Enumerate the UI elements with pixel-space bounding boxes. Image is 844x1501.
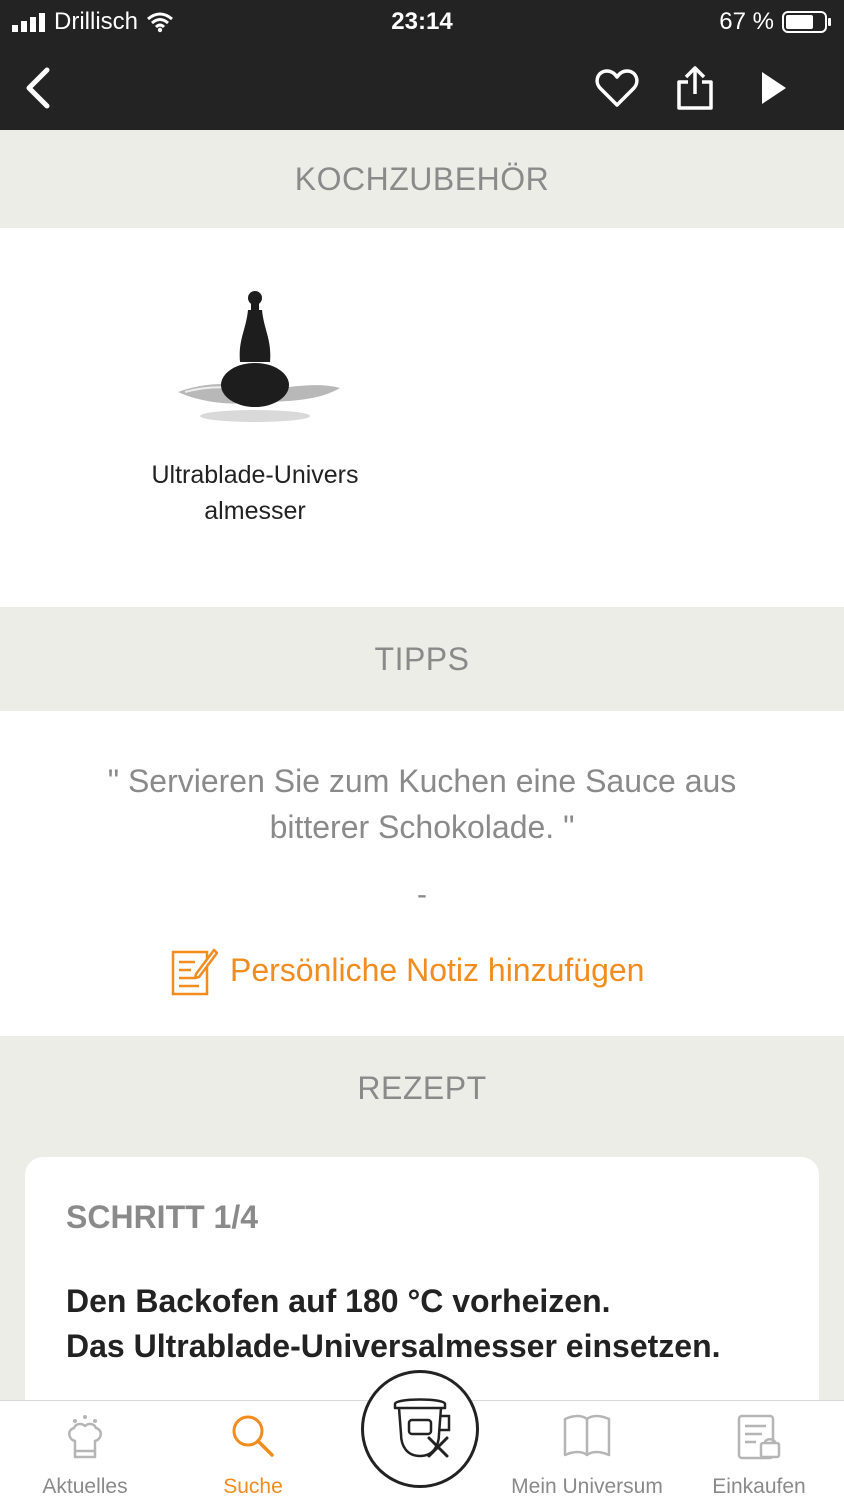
- chef-hat-icon: [68, 1415, 102, 1459]
- top-toolbar: [0, 44, 844, 130]
- step-line-1: Den Backofen auf 180 °C vorheizen.: [66, 1283, 611, 1319]
- tab-mein-universum[interactable]: Mein Universum: [502, 1413, 672, 1499]
- battery-level: 67 %: [719, 8, 774, 35]
- section-title-tips: TIPPS: [374, 640, 470, 677]
- accessory-name: Ultrablade-Universalmesser: [151, 461, 359, 525]
- section-title-recipe: REZEPT: [357, 1069, 487, 1106]
- battery-info: 67 %: [719, 8, 832, 36]
- accessory-item[interactable]: Ultrablade-Universalmesser: [150, 280, 360, 529]
- tab-label-mein-universum: Mein Universum: [511, 1475, 663, 1498]
- step-text: Den Backofen auf 180 °C vorheizen. Das U…: [66, 1279, 806, 1369]
- status-bar: Drillisch 23:14 67 %: [0, 0, 844, 44]
- heart-icon: [595, 69, 639, 107]
- tip-separator: -: [417, 878, 427, 911]
- section-header-tips: TIPPS: [0, 607, 844, 711]
- tab-aktuelles[interactable]: Aktuelles: [0, 1413, 170, 1499]
- section-header-accessories: KOCHZUBEHÖR: [0, 130, 844, 228]
- tab-label-einkaufen: Einkaufen: [712, 1475, 806, 1498]
- blade-image: [178, 291, 340, 422]
- section-header-recipe: REZEPT: [0, 1036, 844, 1140]
- play-button[interactable]: [750, 64, 798, 112]
- step-line-2: Das Ultrablade-Universalmesser einsetzen…: [66, 1328, 721, 1364]
- book-icon: [563, 1414, 611, 1457]
- tab-suche[interactable]: Suche: [168, 1413, 338, 1499]
- favorite-button[interactable]: [593, 64, 641, 112]
- battery-icon: [782, 11, 831, 33]
- section-title-accessories: KOCHZUBEHÖR: [294, 160, 550, 197]
- step-label: SCHRITT 1/4: [66, 1199, 259, 1235]
- play-icon: [762, 72, 786, 104]
- add-note-button[interactable]: Persönliche Notiz hinzufügen: [170, 942, 644, 998]
- search-icon: [232, 1415, 274, 1457]
- tip-text: " Servieren Sie zum Kuchen eine Sauce au…: [107, 763, 737, 845]
- chevron-left-icon: [26, 67, 50, 109]
- shopping-list-icon: [737, 1414, 781, 1460]
- cooker-icon: [393, 1398, 451, 1458]
- share-button[interactable]: [671, 64, 719, 112]
- tab-label-suche: Suche: [223, 1475, 283, 1498]
- note-edit-icon: [171, 948, 218, 996]
- back-button[interactable]: [14, 64, 62, 112]
- add-note-label: Persönliche Notiz hinzufügen: [230, 951, 645, 988]
- clock: 23:14: [391, 8, 453, 35]
- tab-label-aktuelles: Aktuelles: [42, 1475, 128, 1498]
- tab-einkaufen[interactable]: Einkaufen: [674, 1413, 844, 1499]
- cooker-button[interactable]: [361, 1370, 479, 1488]
- share-icon: [677, 66, 713, 110]
